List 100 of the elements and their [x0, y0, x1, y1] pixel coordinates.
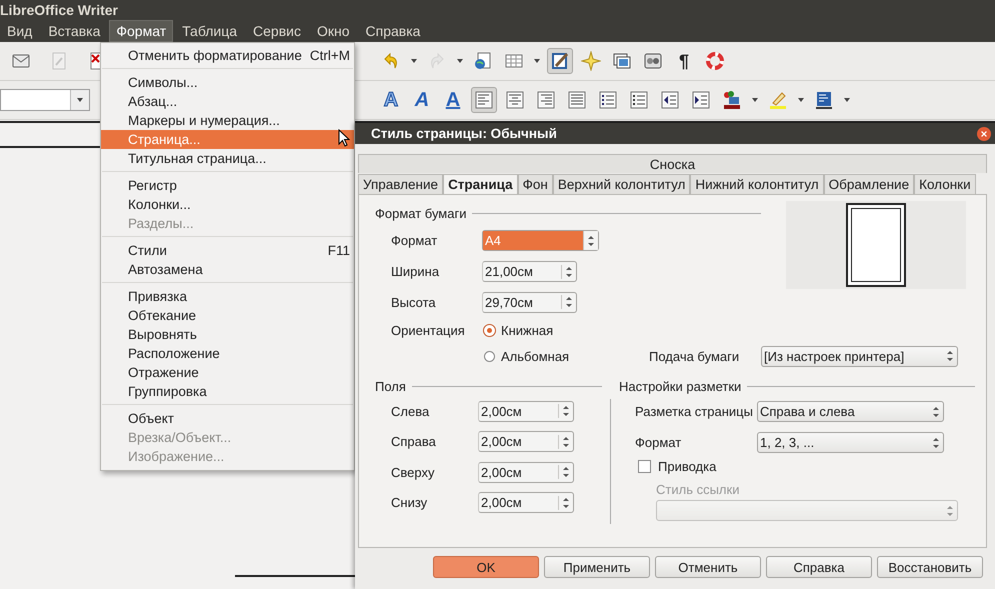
close-icon: [980, 130, 988, 138]
menu-item[interactable]: Формат: [109, 20, 174, 42]
globe-page-icon: [473, 51, 493, 71]
caret-icon: [844, 98, 850, 102]
menu-item[interactable]: Стили F11: [101, 241, 354, 260]
dialog-button[interactable]: Восстановить: [877, 556, 983, 578]
menu-item[interactable]: Регистр: [101, 176, 354, 195]
dialog-button[interactable]: Справка: [766, 556, 872, 578]
field-label: Снизу: [390, 495, 428, 510]
spin-field[interactable]: 2,00см: [478, 462, 574, 483]
align-left-button[interactable]: [471, 87, 497, 113]
menu-item[interactable]: Таблица: [175, 20, 244, 42]
caret-icon: [77, 98, 83, 102]
indent-icon: [691, 90, 711, 110]
paragraph-background-icon: [814, 90, 834, 110]
draw-button[interactable]: [547, 48, 573, 74]
field-label: Разметка страницы: [634, 404, 754, 419]
section-heading: Настройки разметки: [619, 379, 742, 394]
dropdown-select[interactable]: 1, 2, 3, ...: [757, 432, 944, 453]
caret-icon: [411, 59, 417, 63]
tab[interactable]: Верхний колонтитул: [552, 174, 690, 194]
star-button[interactable]: [578, 48, 604, 74]
dropdown-select[interactable]: Справа и слева: [757, 401, 944, 422]
dialog-button[interactable]: OK: [433, 556, 539, 578]
field-label: Справа: [390, 434, 437, 450]
window-title: LibreOffice Writer: [0, 2, 118, 18]
field-label: Формат: [634, 435, 682, 450]
tab[interactable]: Колонки: [914, 174, 976, 194]
image-icon: [612, 51, 632, 71]
numbered-list-icon: [598, 90, 618, 110]
menu-item[interactable]: Символы...: [101, 73, 354, 92]
field-label: Подача бумаги: [648, 348, 740, 364]
caret-icon: [752, 98, 758, 102]
tab[interactable]: Управление: [358, 174, 444, 194]
menu-item[interactable]: Окно: [310, 20, 357, 42]
mouse-pointer-icon: [338, 129, 350, 147]
tab[interactable]: Фон: [518, 174, 553, 194]
checkbox[interactable]: Приводка: [638, 459, 716, 474]
font-name-combo[interactable]: [0, 89, 90, 111]
menu-item[interactable]: Колонки...: [101, 195, 354, 214]
align-left-icon: [474, 90, 494, 110]
spinner-arrows-icon: [583, 231, 598, 250]
tab[interactable]: Сноска: [358, 154, 987, 173]
radio-button[interactable]: Альбомная: [484, 348, 633, 364]
outdent-icon: [660, 90, 680, 110]
spin-field[interactable]: 21,00см: [482, 261, 577, 282]
menu-item[interactable]: Абзац...: [101, 92, 354, 111]
menu-item[interactable]: Вставка: [41, 20, 108, 42]
gallery-icon: [643, 51, 663, 71]
caret-icon: [534, 59, 540, 63]
tab[interactable]: Нижний колонтитул: [690, 174, 824, 194]
italic-text-button[interactable]: A: [409, 87, 435, 113]
section-heading: Поля: [375, 379, 406, 394]
menu-item[interactable]: Сервис: [246, 20, 308, 42]
field-label: Формат: [390, 233, 438, 248]
menu-item[interactable]: Автозамена: [101, 260, 354, 279]
menu-item[interactable]: Привязка: [101, 287, 354, 306]
menu-item[interactable]: Расположение: [101, 344, 354, 363]
menu-item[interactable]: Справка: [358, 20, 428, 42]
section-heading: Формат бумаги: [375, 206, 466, 220]
menu-item[interactable]: Титульная страница...: [101, 149, 354, 168]
highlighter-icon: [768, 90, 788, 110]
close-button[interactable]: [977, 126, 991, 140]
field-label: Высота: [390, 294, 437, 310]
field-label: Ориентация: [390, 323, 466, 338]
justify-icon: [567, 90, 587, 110]
font-color-icon: [722, 90, 742, 110]
menu-item[interactable]: Маркеры и нумерация...: [101, 111, 354, 130]
dialog-button[interactable]: Отменить: [655, 556, 761, 578]
drawing-pen-icon: [550, 51, 570, 71]
spin-field[interactable]: 29,70см: [482, 292, 577, 312]
spin-field[interactable]: 2,00см: [478, 431, 574, 452]
menu-item[interactable]: Группировка: [101, 382, 354, 401]
bullet-list-icon: [629, 90, 649, 110]
menu-item[interactable]: Обтекание: [101, 306, 354, 325]
tab[interactable]: Обрамление: [824, 174, 914, 194]
caret-icon: [798, 98, 804, 102]
tab[interactable]: Страница: [443, 174, 518, 194]
align-right-icon: [536, 90, 556, 110]
formatting-marks-button[interactable]: ¶: [671, 48, 697, 74]
caret-icon: [457, 59, 463, 63]
field-label: Слева: [390, 404, 430, 419]
menu-item[interactable]: Отменить форматирование Ctrl+M: [101, 46, 354, 65]
lifebuoy-icon: [705, 51, 725, 71]
dialog-button[interactable]: Применить: [544, 556, 650, 578]
field-label: Стиль ссылки: [656, 482, 740, 497]
dialog-title: Стиль страницы: Обычный: [371, 126, 557, 141]
menu-item[interactable]: Вид: [0, 20, 40, 42]
field-label: Сверху: [390, 464, 436, 480]
dropdown-select[interactable]: [Из настроек принтера]: [761, 346, 958, 366]
menu-item[interactable]: Объект: [101, 409, 354, 428]
spin-field[interactable]: 2,00см: [478, 400, 574, 422]
align-center-icon: [505, 90, 525, 110]
radio-button[interactable]: Книжная: [484, 323, 633, 338]
spin-field[interactable]: 2,00см: [478, 492, 574, 514]
underline-text-button[interactable]: A: [440, 87, 466, 113]
menu-item[interactable]: Выровнять: [101, 325, 354, 344]
star-icon: [581, 51, 601, 71]
field-label: Ширина: [390, 264, 440, 279]
menu-item[interactable]: Отражение: [101, 363, 354, 382]
